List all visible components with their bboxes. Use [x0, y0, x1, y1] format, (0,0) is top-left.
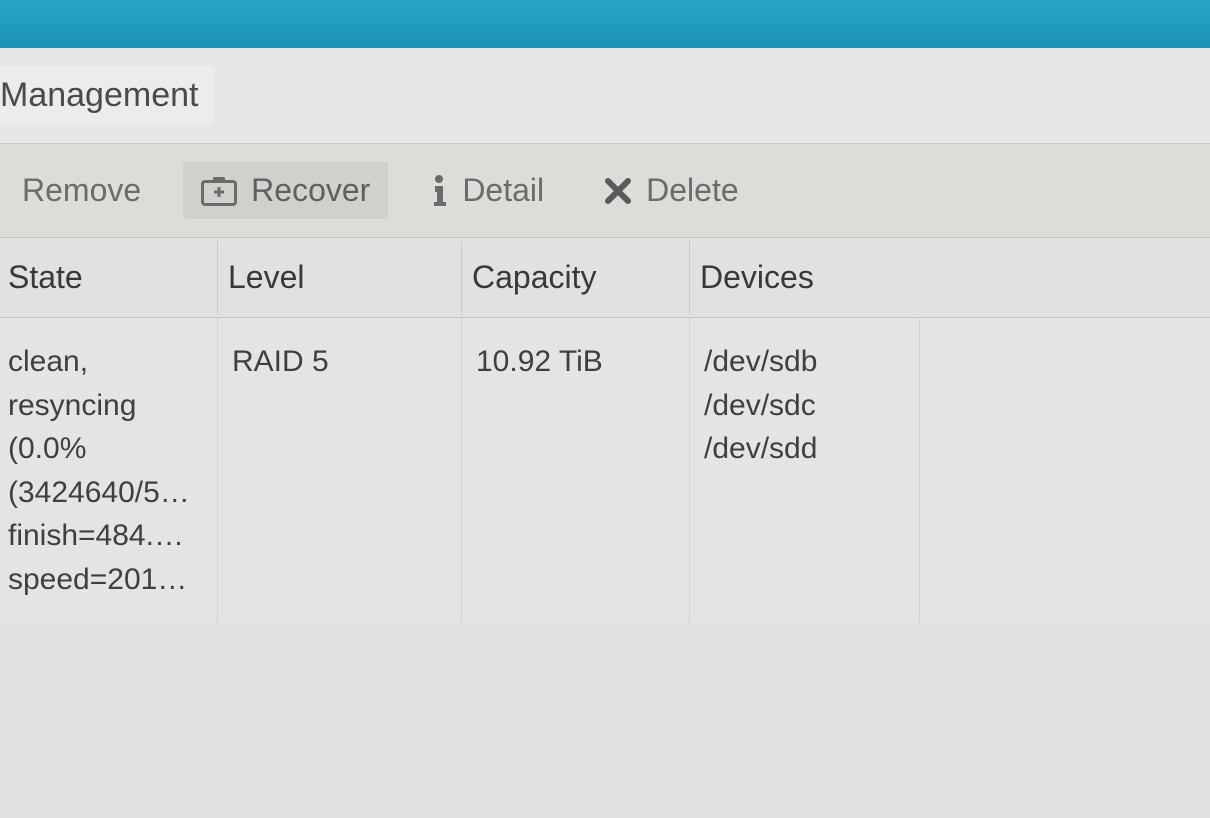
info-icon: [430, 174, 448, 208]
table-row[interactable]: clean, resyncing (0.0% (3424640/5… finis…: [0, 318, 1210, 623]
cell-tail: [920, 318, 1210, 623]
recover-label: Recover: [251, 172, 370, 209]
delete-button[interactable]: Delete: [586, 162, 757, 219]
state-line: clean,: [8, 340, 205, 384]
state-line: (0.0%: [8, 427, 205, 471]
device-entry: /dev/sdc: [704, 384, 907, 428]
toolbar: Remove Recover Detail: [0, 144, 1210, 238]
cell-capacity-value: 10.92 TiB: [476, 345, 603, 378]
column-header-state[interactable]: State: [0, 241, 218, 314]
empty-area: [0, 623, 1210, 818]
column-header-devices[interactable]: Devices: [690, 241, 920, 314]
cell-level-value: RAID 5: [232, 345, 329, 378]
raid-table: State Level Capacity Devices clean, resy…: [0, 238, 1210, 623]
device-entry: /dev/sdd: [704, 427, 907, 471]
cell-state: clean, resyncing (0.0% (3424640/5… finis…: [0, 318, 218, 623]
tab-management[interactable]: Management: [0, 66, 214, 125]
window-title-bar: [0, 0, 1210, 48]
column-header-level[interactable]: Level: [218, 241, 462, 314]
delete-label: Delete: [646, 172, 739, 209]
state-line: finish=484.…: [8, 514, 205, 558]
cell-devices: /dev/sdb /dev/sdc /dev/sdd: [690, 318, 920, 623]
recover-button[interactable]: Recover: [183, 162, 388, 219]
detail-label: Detail: [462, 172, 544, 209]
remove-label: Remove: [22, 172, 141, 209]
delete-icon: [604, 177, 632, 205]
remove-button[interactable]: Remove: [4, 162, 159, 219]
state-line: resyncing: [8, 384, 205, 428]
recover-icon: [201, 176, 237, 206]
column-header-tail: [920, 260, 1210, 296]
cell-level: RAID 5: [218, 318, 462, 623]
column-header-capacity[interactable]: Capacity: [462, 241, 690, 314]
cell-capacity: 10.92 TiB: [462, 318, 690, 623]
device-entry: /dev/sdb: [704, 340, 907, 384]
table-header-row: State Level Capacity Devices: [0, 238, 1210, 318]
section-tabs: Management: [0, 48, 1210, 144]
tab-management-label: Management: [0, 76, 198, 114]
state-line: (3424640/5…: [8, 471, 205, 515]
state-line: speed=201…: [8, 558, 205, 602]
detail-button[interactable]: Detail: [412, 162, 562, 219]
